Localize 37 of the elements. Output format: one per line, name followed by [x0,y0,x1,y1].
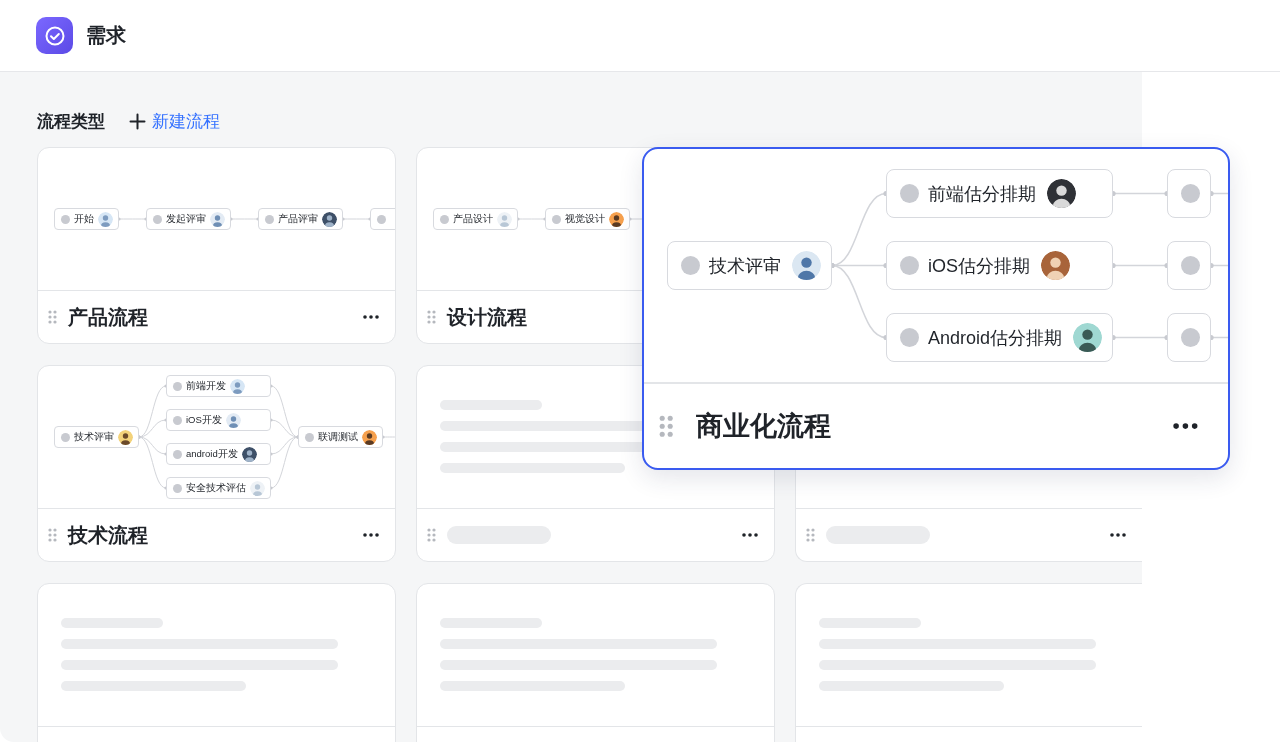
flow-node[interactable]: 前端开发 [166,375,271,397]
node-label: 产品评审 [278,212,318,226]
card-title: 商业化流程 [696,410,833,443]
flow-node[interactable]: 开始 [54,208,119,230]
flow-node[interactable]: android开发 [166,443,271,465]
card-title: 产品流程 [68,304,149,330]
flow-node[interactable]: 产品评审 [258,208,343,230]
card-title: 设计流程 [447,304,528,330]
node-label: 视觉设计 [565,212,605,226]
flow-node[interactable]: 产品设计 [433,208,518,230]
node-label: 联调测试 [318,430,358,444]
node-label: iOS开发 [186,413,222,427]
flow-node[interactable]: 前端估分排期 [886,169,1114,218]
node-label: 前端估分排期 [928,182,1036,206]
flow-node[interactable]: Android估分排期 [886,313,1114,362]
flow-node[interactable]: 技术评审 [667,241,832,290]
node-label: Android估分排期 [928,326,1063,350]
node-label: 产品设计 [453,212,493,226]
flow-node[interactable]: iOS估分排期 [886,241,1114,290]
node-label: android开发 [186,447,238,461]
card-title: 技术流程 [68,522,149,548]
flow-node[interactable]: 技术评审 [54,426,139,448]
node-label: 技术评审 [709,254,781,278]
node-label: 开始 [74,212,94,226]
page-title: 需求 [86,23,126,48]
section-title: 流程类型 [37,110,105,133]
flow-node[interactable]: 联调测试 [298,426,383,448]
flow-node[interactable]: 安全技术评估 [166,477,271,499]
new-flow-button[interactable]: 新建流程 [129,109,220,133]
node-label: 发起评审 [166,212,206,226]
flow-node[interactable]: iOS开发 [166,409,271,431]
flow-node[interactable]: 视觉设计 [545,208,630,230]
node-label: 技术评审 [74,430,114,444]
node-label: iOS估分排期 [928,254,1030,278]
node-label: 前端开发 [186,379,226,393]
node-label: 安全技术评估 [186,481,246,495]
flow-node[interactable]: 发起评审 [146,208,231,230]
